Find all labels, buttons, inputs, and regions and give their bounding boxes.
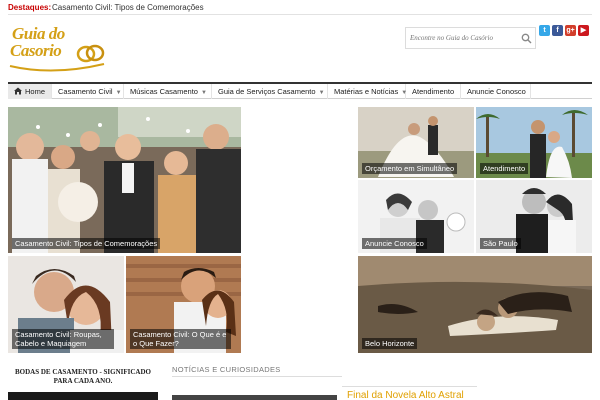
wedding-crowd-photo [8, 107, 241, 253]
site-logo[interactable]: Guia do Casorio [8, 22, 108, 74]
featured-bottom-left-caption: Casamento Civil: Roupas, Cabelo e Maquia… [12, 329, 115, 349]
chevron-down-icon: ▼ [115, 90, 122, 96]
noticias-thumbnail[interactable] [172, 395, 337, 400]
nav-item-label: Home [25, 87, 46, 96]
featured-right-4-caption: São Paulo [480, 238, 521, 249]
bodas-thumbnail[interactable] [8, 392, 158, 400]
nav-item-label: Matérias e Notícias [334, 87, 399, 96]
nav-item-anuncie-conosco[interactable]: Anuncie Conosco [461, 84, 531, 99]
nav-item-label: Atendimento [412, 87, 455, 96]
featured-right-1-tile[interactable]: Orçamento em Simultâneo [358, 107, 474, 178]
nav-item-materias-noticias[interactable]: Matérias e Notícias ▼ [328, 84, 407, 99]
featured-right-5-tile[interactable]: Belo Horizonte [358, 256, 592, 353]
nav-item-guia-servicos[interactable]: Guia de Serviços Casamento ▼ [212, 84, 328, 99]
search-icon[interactable] [521, 33, 532, 44]
logo-text-line2: Casorio [10, 41, 62, 60]
section-divider [342, 386, 477, 387]
home-icon [14, 87, 22, 95]
nav-item-label: Guia de Serviços Casamento [218, 87, 316, 96]
featured-main-caption: Casamento Civil: Tipos de Comemorações [12, 238, 161, 249]
nav-item-label: Anuncie Conosco [467, 87, 526, 96]
nav-item-label: Casamento Civil [58, 87, 113, 96]
featured-bottom-mid-tile[interactable]: Casamento Civil: O Que é e o Que Fazer? [126, 256, 241, 353]
highlights-link[interactable]: Casamento Civil: Tipos de Comemorações [52, 3, 204, 12]
googleplus-icon[interactable]: g+ [565, 25, 576, 36]
featured-main-tile[interactable]: Casamento Civil: Tipos de Comemorações [8, 107, 241, 253]
nav-item-atendimento[interactable]: Atendimento [406, 84, 461, 99]
chevron-down-icon: ▼ [318, 90, 325, 96]
search-box [405, 27, 536, 49]
facebook-icon[interactable]: f [552, 25, 563, 36]
youtube-icon[interactable]: ▶ [578, 25, 589, 36]
featured-right-2-tile[interactable]: Atendimento [476, 107, 592, 178]
featured-bottom-mid-caption: Casamento Civil: O Que é e o Que Fazer? [130, 329, 232, 349]
wedding-rings-icon [76, 44, 105, 63]
featured-right-3-tile[interactable]: Anuncie Conosco [358, 180, 474, 253]
featured-right-1-caption: Orçamento em Simultâneo [362, 163, 458, 174]
nav-item-home[interactable]: Home [8, 84, 52, 99]
featured-right-2-caption: Atendimento [480, 163, 529, 174]
bodas-section-title: BODAS DE CASAMENTO - SIGNIFICADO PARA CA… [14, 368, 151, 385]
main-nav: Home Casamento Civil ▼ Músicas Casamento ▼… [8, 82, 592, 99]
featured-right-5-caption: Belo Horizonte [362, 338, 418, 349]
noticias-section-title: NOTÍCIAS E CURIOSIDADES [172, 364, 342, 377]
featured-bottom-left-tile[interactable]: Casamento Civil: Roupas, Cabelo e Maquia… [8, 256, 124, 353]
featured-right-3-caption: Anuncie Conosco [362, 238, 427, 249]
highlights-label: Destaques: [8, 3, 52, 12]
nav-item-casamento-civil[interactable]: Casamento Civil ▼ [52, 84, 124, 99]
search-input[interactable] [408, 30, 518, 46]
highlights-bar: Destaques: Casamento Civil: Tipos de Com… [8, 0, 592, 15]
logo-swoosh-icon [9, 63, 105, 72]
featured-right-4-tile[interactable]: São Paulo [476, 180, 592, 253]
chevron-down-icon: ▼ [200, 90, 207, 96]
news-headline-link[interactable]: Final da Novela Alto Astral [347, 390, 464, 400]
twitter-icon[interactable]: t [539, 25, 550, 36]
nav-item-musicas-casamento[interactable]: Músicas Casamento ▼ [124, 84, 212, 99]
nav-item-label: Músicas Casamento [130, 87, 198, 96]
